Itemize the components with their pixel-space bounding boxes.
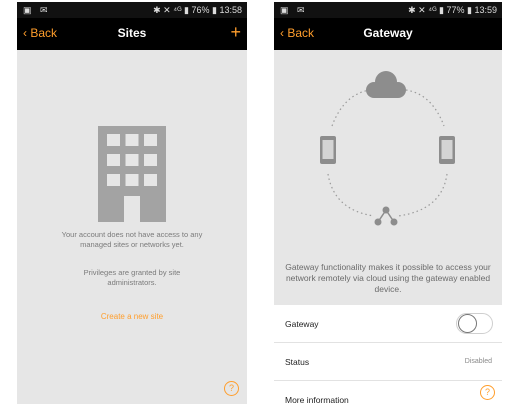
no-access-message: Your account does not have access to any…	[61, 230, 203, 249]
status-row: Status Disabled	[274, 343, 502, 381]
connection-lines	[327, 89, 448, 217]
privileges-message: Privileges are granted by site administr…	[83, 268, 181, 287]
help-icon[interactable]: ?	[480, 385, 495, 400]
sites-screen: ▣ ✉ ✱ ✕ ⁴ᴳ ▮ 76% ▮ 13:58 ‹ Back Sites + …	[17, 2, 247, 404]
add-site-button[interactable]: +	[230, 22, 241, 43]
more-information-row[interactable]: More information	[274, 381, 502, 407]
phone-icon-left	[320, 136, 336, 164]
page-title: Gateway	[363, 26, 413, 40]
notification-icons: ▣ ✉	[23, 5, 51, 15]
phone-icon-right	[439, 136, 455, 164]
gateway-diagram	[320, 71, 455, 226]
nav-bar: ‹ Back Gateway	[274, 18, 502, 50]
status-bar: ▣ ✉ ✱ ✕ ⁴ᴳ ▮ 77% ▮ 13:59	[274, 2, 502, 18]
row-label: More information	[285, 395, 349, 405]
row-label: Status	[285, 357, 310, 367]
building-icon	[98, 126, 166, 222]
gateway-device-icon	[374, 206, 398, 226]
toggle-knob	[458, 314, 477, 333]
status-indicators: ✱ ✕ ⁴ᴳ ▮ 77% ▮ 13:59	[408, 5, 497, 15]
notification-icons: ▣ ✉	[280, 5, 308, 15]
status-value: Disabled	[464, 358, 492, 365]
gateway-row[interactable]: Gateway	[274, 305, 502, 343]
help-icon[interactable]: ?	[224, 381, 239, 396]
status-indicators: ✱ ✕ ⁴ᴳ ▮ 76% ▮ 13:58	[153, 5, 242, 15]
settings-list: Gateway Status Disabled More information	[274, 305, 502, 407]
row-label: Gateway	[285, 319, 319, 329]
gateway-screen: ▣ ✉ ✱ ✕ ⁴ᴳ ▮ 77% ▮ 13:59 ‹ Back Gateway	[274, 2, 502, 407]
gateway-description: Gateway functionality makes it possible …	[285, 262, 491, 294]
cloud-icon	[366, 71, 406, 98]
status-bar: ▣ ✉ ✱ ✕ ⁴ᴳ ▮ 76% ▮ 13:58	[17, 2, 247, 18]
page-title: Sites	[117, 26, 147, 40]
gateway-toggle[interactable]	[456, 313, 493, 334]
create-site-link[interactable]: Create a new site	[17, 312, 247, 321]
nav-bar: ‹ Back Sites +	[17, 18, 247, 50]
